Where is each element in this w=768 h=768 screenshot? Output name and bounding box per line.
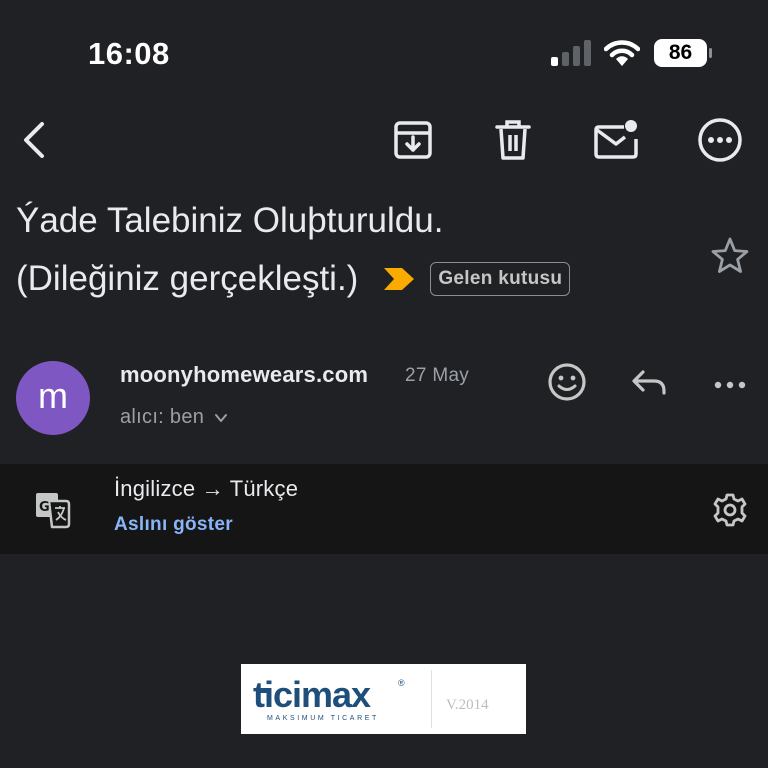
svg-text:G: G [39, 500, 50, 515]
email-date: 27 May [405, 365, 470, 386]
more-options-icon [698, 118, 742, 162]
back-button[interactable] [10, 116, 58, 164]
subject-text: (Dileğiniz gerçekleşti.) [16, 259, 359, 298]
recipient-details-toggle[interactable]: alıcı: ben [120, 406, 228, 429]
message-more-button[interactable] [706, 358, 754, 406]
reply-icon [632, 370, 666, 395]
google-translate-icon: G [36, 493, 71, 529]
chevron-down-icon [215, 413, 228, 422]
importance-marker-icon[interactable] [382, 265, 416, 293]
more-horizontal-icon [714, 381, 746, 389]
mark-unread-button[interactable] [592, 116, 640, 164]
svg-text:ticimax: ticimax [253, 674, 371, 715]
translation-settings-button[interactable] [710, 490, 750, 530]
email-subject: Ýade Talebiniz Oluþturuldu. (Dileğiniz g… [16, 192, 696, 308]
archive-button[interactable] [389, 116, 437, 164]
reply-button[interactable] [625, 358, 673, 406]
ticimax-logo-banner[interactable]: ticimax ® MAKSIMUM TICARET V.2014 [241, 664, 526, 734]
battery-icon: 86 [653, 38, 713, 68]
gear-icon [713, 493, 747, 527]
cellular-signal-icon [551, 40, 591, 66]
svg-text:MAKSIMUM TICARET: MAKSIMUM TICARET [267, 715, 379, 722]
star-icon [711, 237, 749, 273]
svg-text:V.2014: V.2014 [446, 697, 489, 713]
archive-icon [394, 121, 432, 159]
logo-divider [431, 670, 432, 728]
inbox-label-chip[interactable]: Gelen kutusu [430, 262, 571, 296]
sender-name[interactable]: moonyhomewears.com [120, 362, 368, 388]
ticimax-logo: ticimax ® MAKSIMUM TICARET V.2014 [253, 674, 489, 722]
subject-line-2: (Dileğiniz gerçekleşti.) Gelen kutusu [16, 250, 696, 308]
more-options-button[interactable] [696, 116, 744, 164]
delete-button[interactable] [489, 116, 537, 164]
add-reaction-button[interactable] [543, 358, 591, 406]
sender-avatar[interactable]: m [16, 361, 90, 435]
svg-text:®: ® [398, 678, 405, 688]
back-arrow-icon [24, 122, 44, 158]
status-time: 16:08 [88, 36, 170, 71]
subject-line-1: Ýade Talebiniz Oluþturuldu. [16, 201, 444, 240]
avatar-letter: m [38, 375, 68, 416]
show-original-link[interactable]: Aslını göster [114, 514, 233, 536]
mark-unread-icon [594, 120, 638, 159]
trash-icon [495, 120, 531, 160]
wifi-icon [604, 40, 640, 66]
translation-languages: İngilizce → Türkçe [114, 476, 299, 501]
battery-percentage: 86 [668, 41, 693, 64]
recipient-text: alıcı: ben [120, 406, 205, 428]
star-button[interactable] [706, 232, 754, 280]
emoji-icon [548, 363, 586, 401]
